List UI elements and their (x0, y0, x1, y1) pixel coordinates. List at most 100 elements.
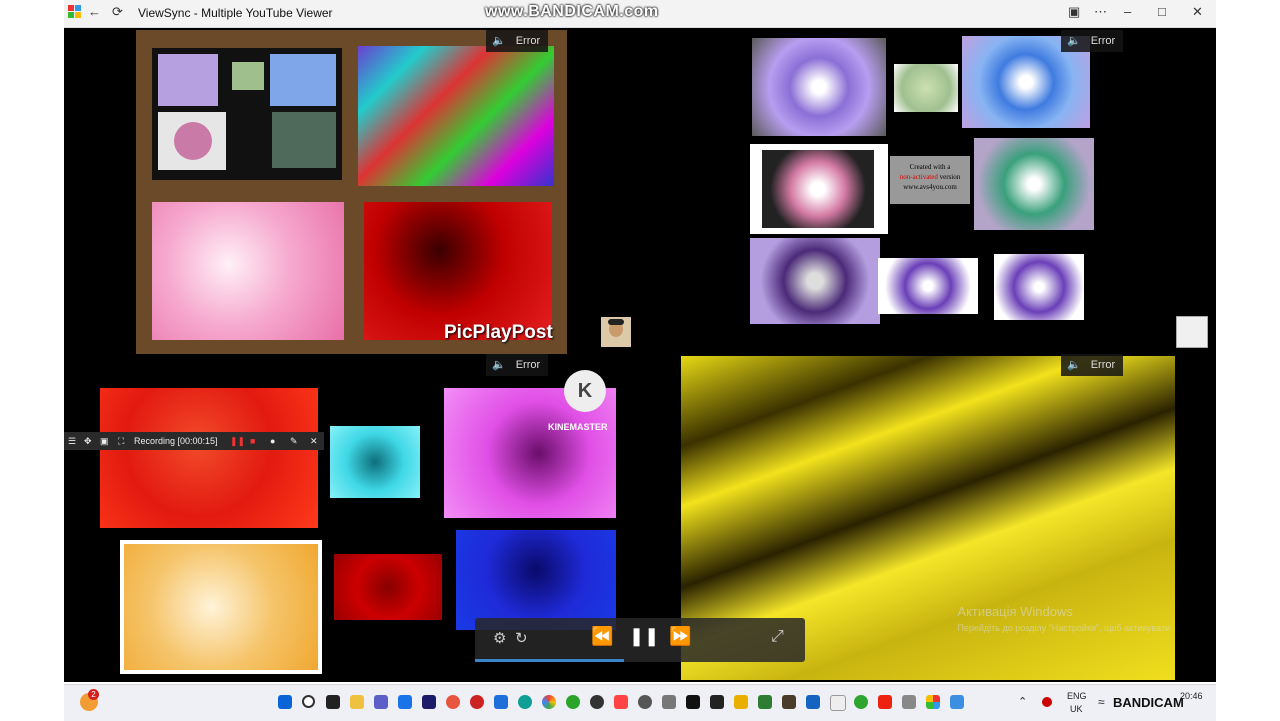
chrome-icon[interactable] (542, 695, 556, 709)
thumbnail (456, 530, 616, 630)
error-label: Error (515, 359, 541, 371)
edge-icon[interactable] (518, 695, 532, 709)
app-icon[interactable] (950, 695, 964, 709)
error-badge-3[interactable]: 🔈 Error (486, 354, 549, 376)
right-margin (1216, 0, 1280, 720)
error-label: Error (1090, 359, 1116, 371)
app-icon[interactable] (638, 695, 652, 709)
app-icon[interactable] (494, 695, 508, 709)
loop-icon[interactable]: ↻ (515, 629, 528, 647)
avatar[interactable] (601, 317, 631, 347)
language-line1[interactable]: ENG (1067, 691, 1087, 701)
region-icon[interactable]: ▣ (100, 432, 109, 450)
app-icon[interactable] (566, 695, 580, 709)
thumbnail (974, 138, 1094, 230)
app-icon[interactable] (830, 695, 846, 711)
app-icon[interactable] (758, 695, 772, 709)
pause-button[interactable]: ❚❚ (629, 626, 659, 647)
app-icon (68, 5, 81, 21)
app-icon[interactable] (782, 695, 796, 709)
file-explorer-icon[interactable] (350, 695, 364, 709)
pause-icon[interactable]: ❚❚ (230, 432, 245, 450)
thumbnail (358, 46, 554, 186)
start-icon[interactable] (278, 695, 292, 709)
screenshot-icon[interactable]: ▣ (1068, 4, 1080, 20)
record-tray-icon[interactable] (1042, 697, 1052, 707)
clock-time[interactable]: 20:46 (1180, 691, 1203, 701)
speaker-icon: 🔈 (492, 359, 506, 371)
thumbnail (100, 388, 318, 528)
minimize-button[interactable]: – (1124, 4, 1131, 19)
thumbnail (752, 38, 886, 136)
more-icon[interactable]: ⋯ (1094, 4, 1107, 20)
opera-icon[interactable] (470, 695, 484, 709)
maximize-button[interactable]: □ (1158, 4, 1166, 19)
recording-toolbar: ☰ ✥ ▣ ⛶ Recording [00:00:15] ❚❚ ■ ● ✎ ✕ (64, 432, 324, 450)
notification-badge: 2 (88, 689, 99, 700)
bandicam-tray-label[interactable]: BANDICAM (1113, 695, 1184, 710)
taskbar: 2 ⌃ ENG UK ≈ BANDICAM 20:46 (64, 684, 1216, 721)
menu-icon[interactable]: ☰ (68, 432, 76, 450)
language-line2[interactable]: UK (1070, 704, 1083, 714)
close-button[interactable]: ✕ (1192, 4, 1203, 20)
thumbnail (120, 540, 322, 674)
avatar-placeholder[interactable] (1176, 316, 1208, 348)
windows-activation-notice: Активація Windows Перейдіть до розділу "… (957, 604, 1170, 633)
progress-bar[interactable] (475, 659, 624, 662)
task-view-icon[interactable] (326, 695, 340, 709)
left-margin (0, 0, 64, 720)
avs-watermark: Created with a non-activated version www… (890, 156, 970, 204)
window-title: ViewSync - Multiple YouTube Viewer (138, 6, 333, 20)
speaker-icon: 🔈 (492, 35, 506, 47)
search-icon[interactable] (302, 695, 315, 708)
app-icon[interactable] (590, 695, 604, 709)
error-badge-2[interactable]: 🔈 Error (1061, 30, 1124, 52)
camera-icon[interactable]: ● (270, 432, 275, 450)
app-icon[interactable] (806, 695, 820, 709)
rewind-button[interactable]: ⏪ (591, 626, 613, 647)
error-badge-1[interactable]: 🔈 Error (486, 30, 549, 52)
back-icon[interactable]: ← (88, 4, 101, 19)
thumbnail (750, 238, 880, 324)
speaker-icon: 🔈 (1067, 35, 1081, 47)
tiktok-icon[interactable] (686, 695, 700, 709)
player-controls: ⚙ ↻ ⏪ ❚❚ ⏩ ⤢ (475, 618, 805, 662)
app-icon[interactable] (614, 695, 628, 709)
stop-icon[interactable]: ■ (250, 432, 255, 450)
app-icon[interactable] (710, 695, 724, 709)
kinemaster-logo: K (564, 370, 606, 412)
teams-icon[interactable] (374, 695, 388, 709)
app-icon[interactable] (662, 695, 676, 709)
app-icon[interactable] (902, 695, 916, 709)
mail-icon[interactable] (398, 695, 412, 709)
chevron-up-icon[interactable]: ⌃ (1018, 695, 1027, 708)
error-badge-4[interactable]: 🔈 Error (1061, 354, 1124, 376)
thumbnail (152, 48, 342, 180)
thumbnail (334, 554, 442, 620)
thumbnail (750, 144, 888, 234)
app-icon[interactable] (854, 695, 868, 709)
recording-label: Recording [00:00:15] (134, 436, 218, 446)
expand-icon[interactable]: ⤢ (771, 628, 784, 646)
app-icon[interactable] (422, 695, 436, 709)
thumbnail (330, 426, 420, 498)
move-icon[interactable]: ✥ (84, 432, 92, 450)
kinemaster-watermark: KINEMASTER (548, 422, 608, 432)
thumbnail (994, 254, 1084, 320)
pencil-icon[interactable]: ✎ (290, 432, 298, 450)
refresh-icon[interactable]: ⟳ (112, 4, 123, 20)
thumbnail (364, 202, 552, 340)
settings-icon[interactable]: ⚙ (493, 629, 506, 647)
wifi-icon[interactable]: ≈ (1098, 695, 1105, 709)
video-pane-1[interactable]: PicPlayPost (136, 30, 567, 354)
forward-button[interactable]: ⏩ (669, 626, 691, 647)
video-grid: PicPlayPost 🔈 Error Created with a non-ac… (64, 28, 1216, 682)
fullscreen-icon[interactable]: ⛶ (118, 432, 124, 450)
youtube-icon[interactable] (878, 695, 892, 709)
app-icon[interactable] (734, 695, 748, 709)
app-icon[interactable] (446, 695, 460, 709)
error-label: Error (1090, 35, 1116, 47)
close-icon[interactable]: ✕ (310, 432, 318, 450)
viewsync-icon[interactable] (926, 695, 940, 709)
thumbnail (894, 64, 958, 112)
